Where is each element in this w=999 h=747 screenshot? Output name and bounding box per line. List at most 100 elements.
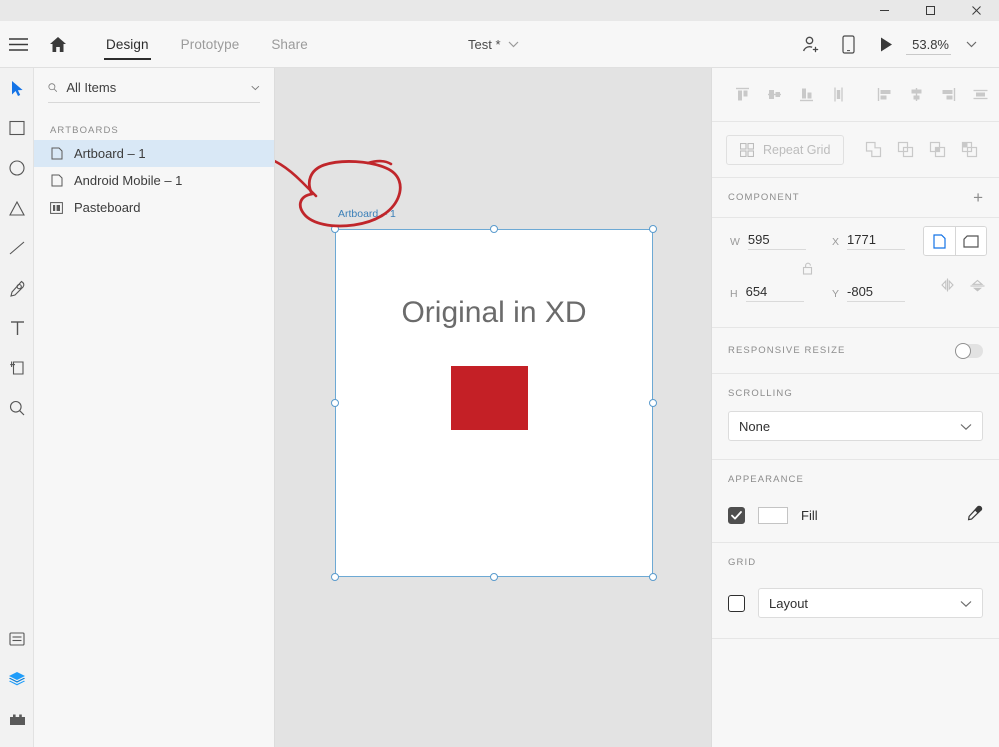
portrait-orientation-icon[interactable] [924,227,955,255]
layer-label: Android Mobile – 1 [74,173,182,188]
landscape-orientation-icon[interactable] [955,227,986,255]
appearance-section: APPEARANCE Fill [712,460,999,543]
selection-handle-top-left[interactable] [331,225,339,233]
distribute-vertical-icon[interactable] [822,79,854,111]
minimize-icon[interactable] [861,0,907,21]
tab-design[interactable]: Design [90,21,165,68]
plugins-panel-tool[interactable] [0,699,34,739]
artboard-name-label[interactable]: Artboard – 1 [338,208,396,220]
align-right-icon[interactable] [932,79,964,111]
layers-search-row[interactable] [48,80,260,103]
maximize-icon[interactable] [907,0,953,21]
select-tool[interactable] [0,68,34,108]
height-input[interactable] [746,284,804,302]
responsive-resize-toggle[interactable] [955,344,983,358]
scrolling-selected-value: None [739,419,770,434]
fill-label: Fill [801,508,818,523]
chevron-down-icon [960,419,972,434]
add-shapes-icon[interactable] [857,134,889,166]
scrolling-title: SCROLLING [728,388,983,399]
repeat-grid-label: Repeat Grid [763,143,830,157]
subtract-shapes-icon[interactable] [889,134,921,166]
align-group-vertical [726,79,854,111]
distribute-horizontal-icon[interactable] [964,79,996,111]
toolbar-actions: 53.8% [792,21,989,68]
grid-type-select[interactable]: Layout [758,588,983,618]
tool-rail [0,68,34,747]
tab-prototype[interactable]: Prototype [165,21,256,68]
mobile-device-icon[interactable] [830,27,866,63]
fill-checkbox[interactable] [728,507,745,524]
align-top-icon[interactable] [726,79,758,111]
artboard-artboard-1[interactable]: Original in XD [335,229,653,577]
fill-color-swatch[interactable] [758,507,788,524]
zoom-tool[interactable] [0,388,34,428]
align-bottom-icon[interactable] [790,79,822,111]
grid-checkbox[interactable] [728,595,745,612]
component-section: COMPONENT + [712,178,999,218]
flip-horizontal-icon[interactable] [939,278,956,299]
layer-row-pasteboard[interactable]: Pasteboard [34,194,274,221]
eyedropper-icon[interactable] [967,505,983,526]
text-tool[interactable] [0,308,34,348]
exclude-overlap-icon[interactable] [953,134,985,166]
orientation-toggle-group [923,226,987,256]
flip-vertical-icon[interactable] [970,278,985,299]
align-vertical-center-icon[interactable] [758,79,790,111]
x-input[interactable] [847,232,905,250]
y-field[interactable]: Y [832,284,905,302]
y-label: Y [832,288,839,302]
appearance-title: APPEARANCE [728,474,983,485]
unlock-icon[interactable] [802,262,813,280]
mode-tabs: Design Prototype Share [90,21,324,68]
design-canvas[interactable]: Artboard – 1 Original in XD [275,68,711,747]
align-left-icon[interactable] [868,79,900,111]
width-input[interactable] [748,232,806,250]
scrolling-select[interactable]: None [728,411,983,441]
layer-row-artboard-1[interactable]: Artboard – 1 [34,140,274,167]
width-field[interactable]: W [730,232,806,250]
home-icon[interactable] [36,21,80,68]
rectangle-tool[interactable] [0,108,34,148]
repeat-grid-button[interactable]: Repeat Grid [726,135,844,165]
document-title[interactable]: Test * [468,21,519,68]
ellipse-tool[interactable] [0,148,34,188]
selection-handle-top-right[interactable] [649,225,657,233]
height-field[interactable]: H [730,284,804,302]
app-toolbar: Design Prototype Share Test * [0,21,999,68]
layers-panel-tool[interactable] [0,659,34,699]
selection-handle-top-center[interactable] [490,225,498,233]
tool-rail-bottom [0,619,34,739]
hamburger-icon[interactable] [0,21,36,68]
polygon-tool[interactable] [0,188,34,228]
selection-handle-bottom-right[interactable] [649,573,657,581]
layers-filter-chevron-icon[interactable] [251,84,260,92]
responsive-resize-title: RESPONSIVE RESIZE [728,345,845,356]
y-input[interactable] [847,284,905,302]
search-input[interactable] [66,80,242,95]
selection-handle-middle-left[interactable] [331,399,339,407]
x-field[interactable]: X [832,232,905,250]
assets-panel-tool[interactable] [0,619,34,659]
add-component-button[interactable]: + [973,189,983,206]
selection-handle-bottom-left[interactable] [331,573,339,581]
zoom-dropdown-chevron-icon[interactable] [953,27,989,63]
intersect-shapes-icon[interactable] [921,134,953,166]
artboard-tool[interactable] [0,348,34,388]
play-icon[interactable] [868,27,904,63]
close-icon[interactable] [953,0,999,21]
invite-user-icon[interactable] [792,27,828,63]
line-tool[interactable] [0,228,34,268]
align-horizontal-center-icon[interactable] [900,79,932,111]
selection-handle-bottom-center[interactable] [490,573,498,581]
tab-share[interactable]: Share [255,21,324,68]
selection-handle-middle-right[interactable] [649,399,657,407]
grid-row: Layout [728,588,983,618]
red-rectangle-shape[interactable] [451,366,528,430]
search-icon [48,81,57,94]
zoom-level[interactable]: 53.8% [906,35,951,55]
artboard-heading-text[interactable]: Original in XD [336,296,652,330]
pen-tool[interactable] [0,268,34,308]
layer-row-android-mobile-1[interactable]: Android Mobile – 1 [34,167,274,194]
document-title-text: Test * [468,37,501,52]
